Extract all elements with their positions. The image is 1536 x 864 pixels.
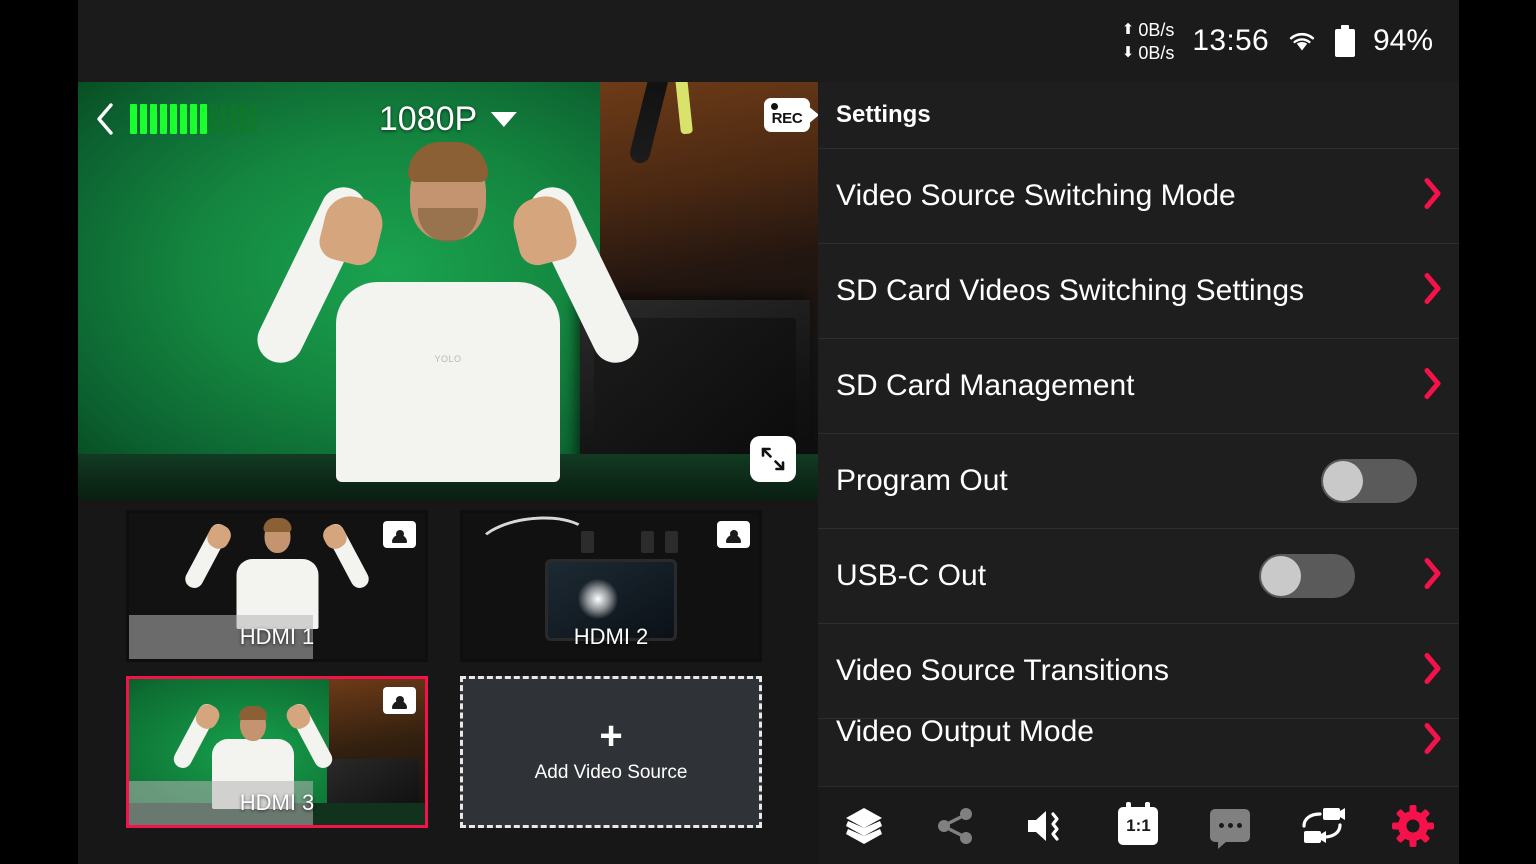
resolution-label: 1080P (378, 99, 478, 138)
person-badge-icon (383, 521, 416, 548)
add-video-source-button[interactable]: + Add Video Source (460, 676, 762, 828)
download-rate-value: 0B/s (1138, 42, 1175, 63)
settings-list: Video Source Switching Mode SD Card Video… (818, 148, 1459, 762)
rec-label: REC (771, 110, 803, 127)
share-icon[interactable] (924, 795, 986, 857)
audio-level-bar (220, 104, 227, 134)
thumbnail-row: HDMI 1 HDMI 2 (78, 510, 818, 662)
chat-icon[interactable] (1199, 795, 1261, 857)
toggle-knob (1261, 556, 1301, 596)
download-rate: ⬇ 0B/s (1122, 44, 1175, 62)
audio-level-bar (250, 104, 257, 134)
preview-subject: YOLO (249, 122, 647, 482)
audio-level-bar (150, 104, 157, 134)
download-arrow-icon: ⬇ (1121, 44, 1135, 61)
thumbnail-row: HDMI 3 + Add Video Source (78, 676, 818, 828)
settings-row-toggle[interactable] (1259, 554, 1355, 598)
plus-icon: + (599, 714, 623, 758)
shirt-logo: YOLO (434, 354, 462, 364)
bottom-toolbar: 1:1 (818, 786, 1459, 864)
source-thumbnail-hdmi-1[interactable]: HDMI 1 (126, 510, 428, 662)
record-camera-icon[interactable]: REC (764, 98, 818, 132)
audio-level-meter (130, 103, 257, 135)
letterbox-right (1459, 0, 1536, 864)
record-dot-icon (771, 103, 778, 110)
resolution-selector[interactable]: 1080P (378, 99, 518, 139)
aspect-ratio-label: 1:1 (1126, 815, 1151, 835)
thumbnail-label: HDMI 2 (463, 615, 759, 659)
settings-row-sd-card-videos-switching-settings[interactable]: SD Card Videos Switching Settings (818, 243, 1459, 338)
status-bar: ⬆ 0B/s ⬇ 0B/s 13:56 94% (78, 0, 1459, 82)
volume-icon[interactable] (1016, 795, 1078, 857)
settings-header: Settings (818, 82, 1459, 148)
source-thumbnail-hdmi-2[interactable]: HDMI 2 (460, 510, 762, 662)
audio-level-bar (200, 104, 207, 134)
wifi-icon (1287, 29, 1317, 53)
settings-row-video-source-transitions[interactable]: Video Source Transitions (818, 623, 1459, 718)
chevron-right-icon (1419, 554, 1445, 599)
audio-level-bar (230, 104, 237, 134)
thumbnail-label: HDMI 3 (129, 781, 425, 825)
video-column: YOLO 1080P REC HDMI 1 HDMI 2 HDMI 3 + Ad… (78, 82, 818, 864)
camera-switch-icon[interactable] (1291, 795, 1353, 857)
audio-level-bar (210, 104, 217, 134)
thumbnail-label-text: HDMI 1 (239, 624, 315, 649)
add-video-source-label: Add Video Source (534, 762, 688, 783)
aspect-ratio-icon[interactable]: 1:1 (1107, 795, 1169, 857)
audio-level-bar (140, 104, 147, 134)
network-rates: ⬆ 0B/s ⬇ 0B/s (1122, 21, 1175, 62)
toggle-knob (1323, 461, 1363, 501)
settings-row-label: SD Card Videos Switching Settings (836, 274, 1305, 307)
back-chevron-icon[interactable] (78, 82, 132, 156)
source-thumbnail-hdmi-3[interactable]: HDMI 3 (126, 676, 428, 828)
upload-arrow-icon: ⬆ (1121, 21, 1135, 38)
audio-level-bar (240, 104, 247, 134)
person-badge-icon (383, 687, 416, 714)
person-badge-icon (717, 521, 750, 548)
audio-level-bar (160, 104, 167, 134)
settings-row-usb-c-out[interactable]: USB-C Out (818, 528, 1459, 623)
settings-gear-icon[interactable] (1382, 795, 1444, 857)
status-clock: 13:56 (1192, 24, 1269, 57)
chevron-right-icon (1419, 174, 1445, 219)
audio-level-bar (180, 104, 187, 134)
upload-rate-value: 0B/s (1138, 19, 1175, 40)
chevron-right-icon (1419, 364, 1445, 409)
battery-percent: 94% (1372, 24, 1433, 57)
settings-row-video-output-mode[interactable]: Video Output Mode (818, 718, 1459, 762)
settings-row-label: Video Source Switching Mode (836, 179, 1236, 212)
program-preview[interactable]: YOLO 1080P REC (78, 82, 818, 500)
thumbnail-label-text: HDMI 2 (573, 624, 649, 649)
audio-level-bar (130, 104, 137, 134)
battery-icon (1334, 25, 1355, 57)
settings-panel: Settings Video Source Switching Mode SD C… (818, 82, 1459, 864)
expand-fullscreen-icon[interactable] (750, 436, 796, 482)
settings-title: Settings (836, 101, 931, 128)
chevron-right-icon (1419, 649, 1445, 694)
audio-level-bar (190, 104, 197, 134)
thumbnail-label: HDMI 1 (129, 615, 425, 659)
settings-row-program-out[interactable]: Program Out (818, 433, 1459, 528)
thumbnail-label-text: HDMI 3 (239, 790, 315, 815)
settings-row-sd-card-management[interactable]: SD Card Management (818, 338, 1459, 433)
settings-row-video-source-switching-mode[interactable]: Video Source Switching Mode (818, 148, 1459, 243)
source-thumbnails: HDMI 1 HDMI 2 HDMI 3 + Add Video Source (78, 500, 818, 864)
settings-row-label: Video Output Mode (836, 718, 1094, 748)
letterbox-left (0, 0, 78, 864)
settings-row-label: Video Source Transitions (836, 654, 1169, 687)
settings-row-label: USB-C Out (836, 559, 987, 592)
chevron-down-icon (491, 111, 518, 127)
layers-icon[interactable] (833, 795, 895, 857)
audio-level-bar (170, 104, 177, 134)
chevron-right-icon (1419, 269, 1445, 314)
settings-row-label: SD Card Management (836, 369, 1135, 402)
settings-row-toggle[interactable] (1321, 459, 1417, 503)
chevron-right-icon (1419, 719, 1445, 762)
preview-top-bar: 1080P REC (78, 82, 818, 156)
upload-rate: ⬆ 0B/s (1122, 21, 1175, 39)
app-screen: ⬆ 0B/s ⬇ 0B/s 13:56 94% YOLO 1080P REC H… (0, 0, 1536, 864)
